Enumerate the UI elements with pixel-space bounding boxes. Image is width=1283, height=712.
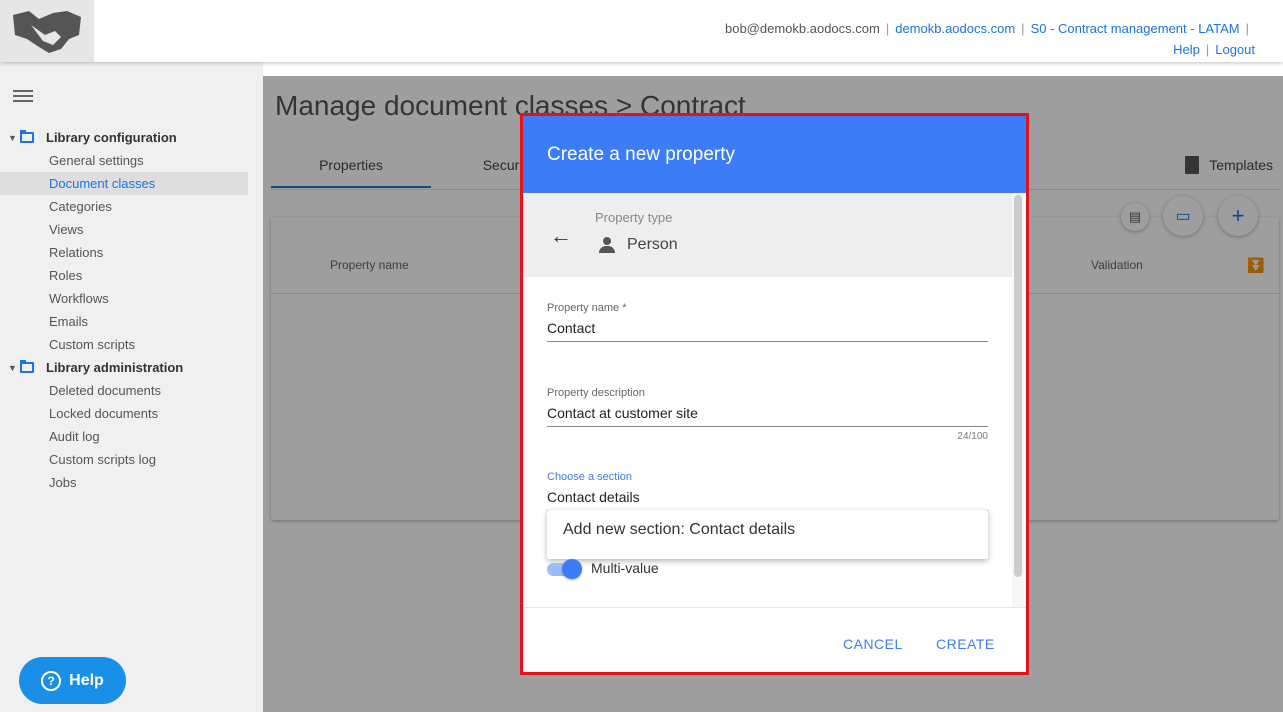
help-button[interactable]: ? Help [19,657,126,704]
sidebar-item-workflows[interactable]: Workflows [0,287,248,310]
sidebar-item-roles[interactable]: Roles [0,264,248,287]
sidebar-item-relations[interactable]: Relations [0,241,248,264]
property-name-input[interactable]: Contact [547,320,988,342]
section-input[interactable]: Contact details [547,489,988,512]
property-type-panel: ← Property type Person [523,193,1012,277]
cancel-button[interactable]: CANCEL [843,636,903,652]
create-button[interactable]: CREATE [936,636,995,652]
top-bar: bob@demokb.aodocs.com | demokb.aodocs.com |… [0,0,1283,62]
person-icon [599,237,615,253]
menu-icon[interactable] [13,90,33,104]
sidebar-item-document-classes[interactable]: Document classes [0,172,248,195]
user-email: bob@demokb.aodocs.com [724,21,880,36]
question-circle-icon: ? [41,670,62,691]
create-property-dialog: Create a new property ← Property type Pe… [520,113,1029,675]
sidebar-item-jobs[interactable]: Jobs [0,471,248,494]
folder-icon [20,130,34,143]
property-description-input[interactable]: Contact at customer site [547,405,988,427]
library-link[interactable]: S0 - Contract management - LATAM [1031,21,1240,36]
section-field[interactable]: Choose a section Contact details [547,471,988,512]
dialog-title: Create a new property [547,144,735,165]
section-library-configuration[interactable]: ▼ Library configuration [8,130,177,145]
domain-link[interactable]: demokb.aodocs.com [895,21,1015,36]
caret-down-icon: ▼ [8,362,17,373]
account-links: bob@demokb.aodocs.com | demokb.aodocs.com |… [724,21,1255,57]
sidebar: ▼ Library configuration General settings… [0,62,263,712]
back-arrow-icon[interactable]: ← [550,223,572,249]
sidebar-item-general-settings[interactable]: General settings [0,149,248,172]
property-type-value: Person [599,236,678,254]
app-logo[interactable] [0,0,94,62]
character-counter: 24/100 [957,431,988,442]
sidebar-item-custom-scripts-log[interactable]: Custom scripts log [0,448,248,471]
dialog-footer: CANCEL CREATE [523,607,1026,672]
sidebar-item-deleted-documents[interactable]: Deleted documents [0,379,248,402]
multi-value-toggle[interactable] [547,559,583,579]
sidebar-item-custom-scripts[interactable]: Custom scripts [0,333,248,356]
property-description-field[interactable]: Property description Contact at customer… [547,387,988,442]
sidebar-item-categories[interactable]: Categories [0,195,248,218]
logout-link[interactable]: Logout [1215,42,1255,57]
folder-icon [20,360,34,373]
section-library-administration[interactable]: ▼ Library administration [8,360,183,375]
sidebar-item-views[interactable]: Views [0,218,248,241]
handshake-icon [13,11,81,53]
dialog-header: Create a new property [523,116,1026,193]
property-type-label: Property type [595,210,673,225]
add-section-suggestion[interactable]: Add new section: Contact details [547,510,988,559]
scrollbar[interactable] [1014,195,1022,577]
sidebar-item-emails[interactable]: Emails [0,310,248,333]
multi-value-label: Multi-value [591,560,659,576]
caret-down-icon: ▼ [8,132,17,143]
sidebar-item-locked-documents[interactable]: Locked documents [0,402,248,425]
property-name-field[interactable]: Property name * Contact [547,302,988,342]
sidebar-item-audit-log[interactable]: Audit log [0,425,248,448]
help-link[interactable]: Help [1173,42,1200,57]
